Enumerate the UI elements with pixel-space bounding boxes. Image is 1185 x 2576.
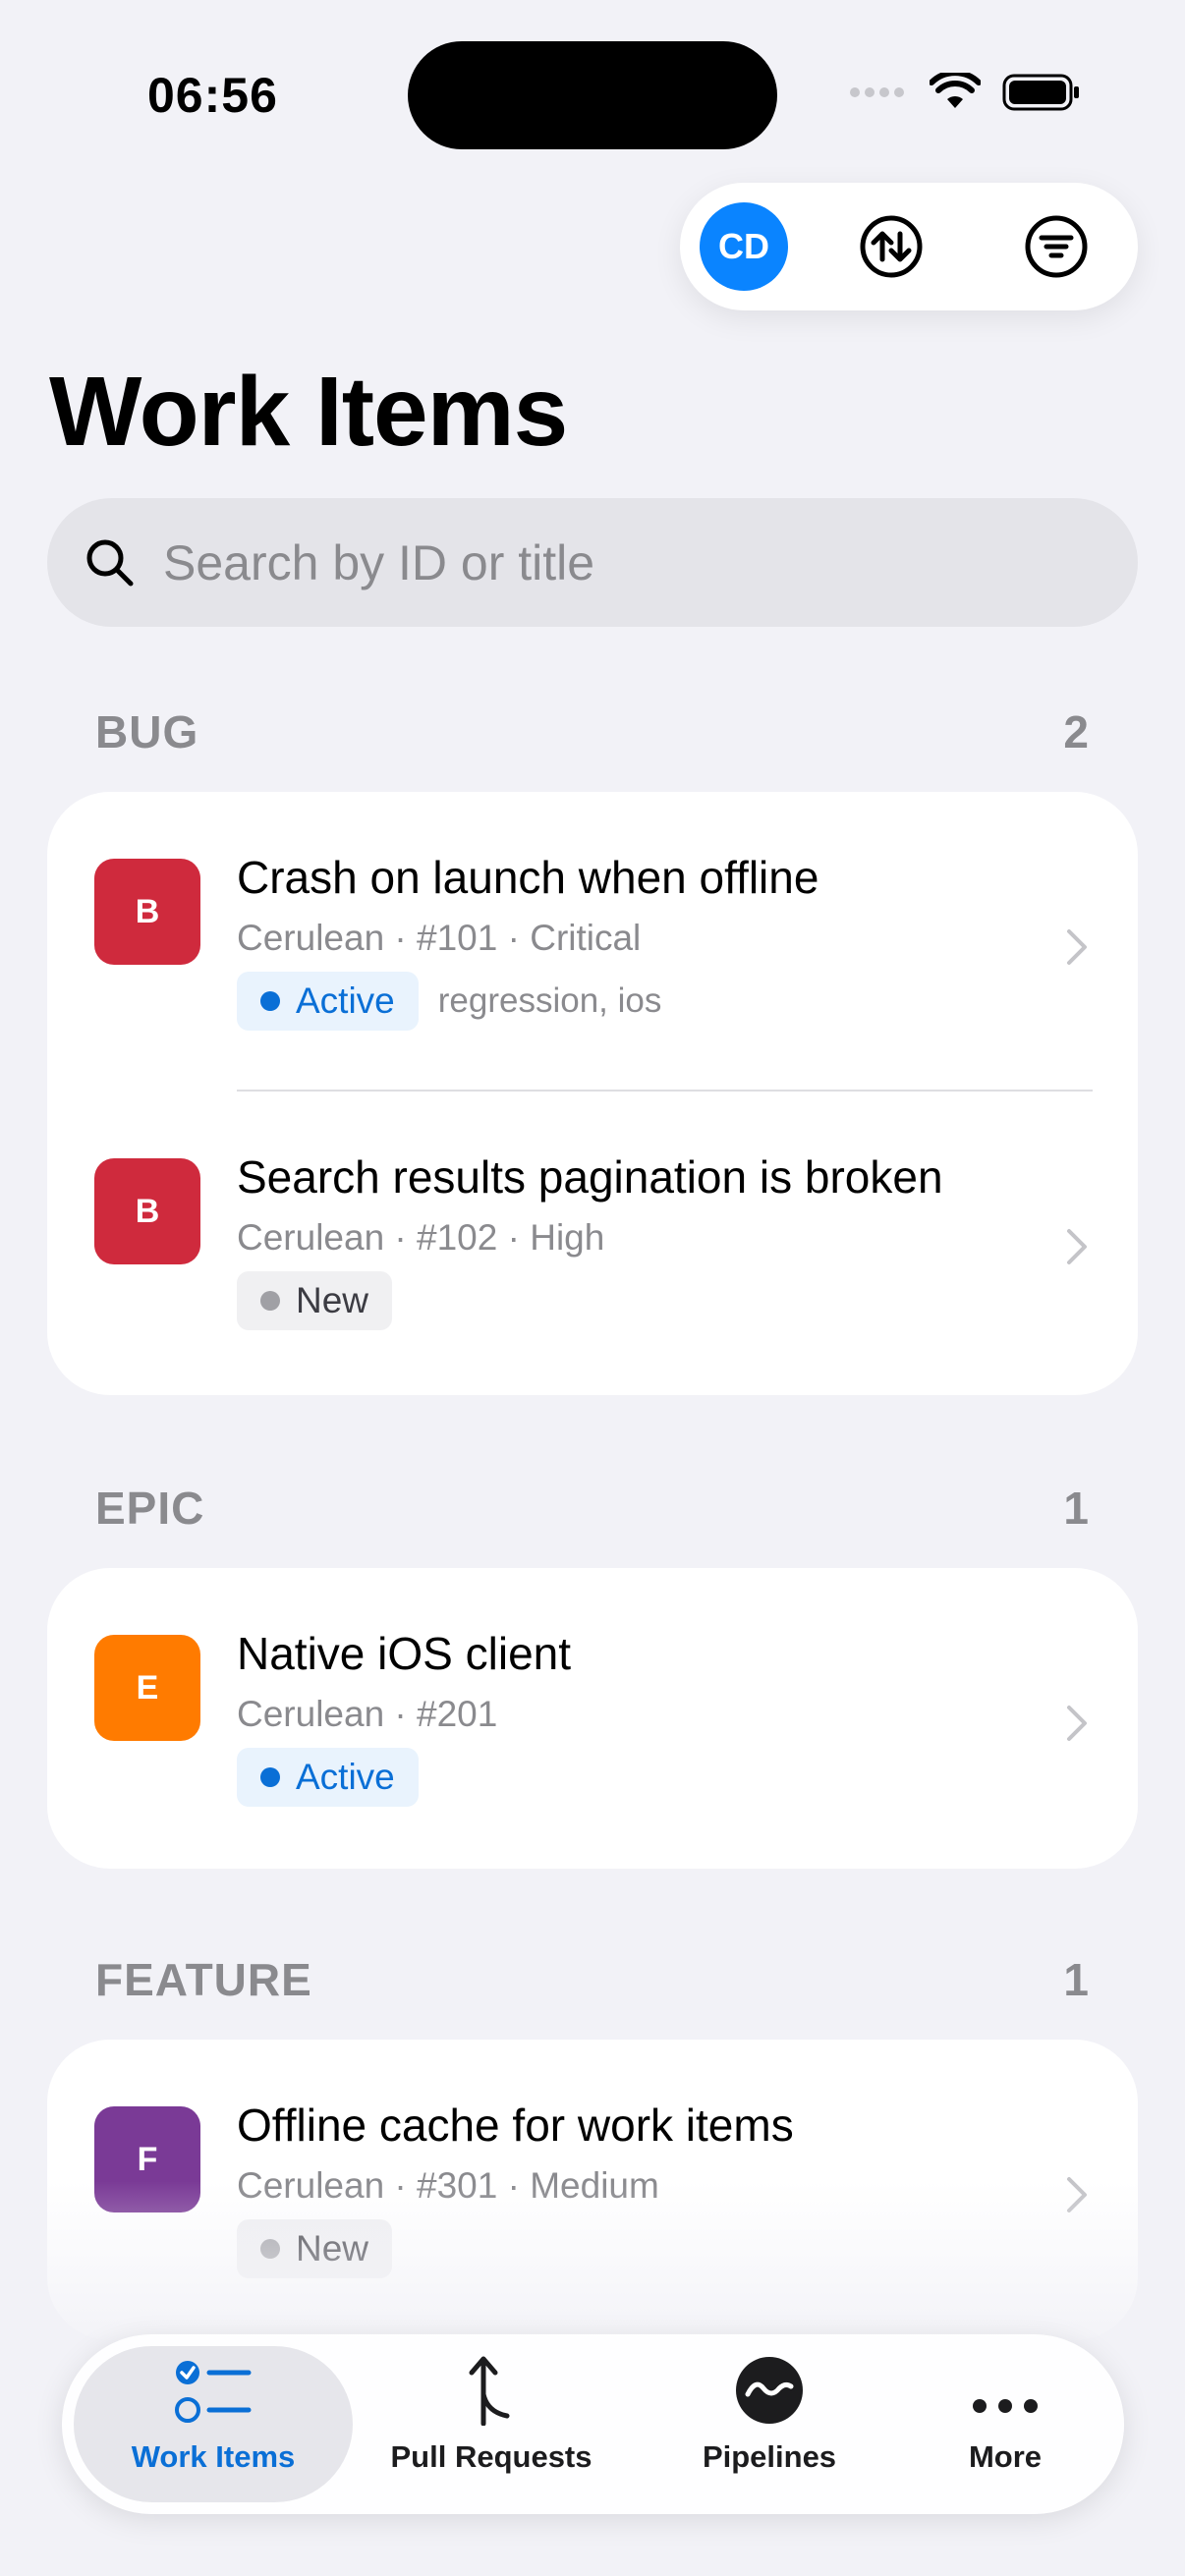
tab-label: Work Items (131, 2439, 296, 2474)
state-label: Active (296, 1757, 395, 1797)
work-item-title: Native iOS client (237, 1628, 572, 1679)
chevron-right-icon (1067, 1706, 1087, 1741)
tab-work-items[interactable]: Work Items (74, 2346, 353, 2502)
top-toolbar: CD (680, 183, 1138, 310)
state-badge: New (237, 1271, 393, 1330)
tab-bar: Work Items Pull Requests Pipelines More (62, 2334, 1124, 2514)
user-avatar-button[interactable]: CD (700, 202, 788, 291)
section-title: EPIC (95, 1483, 205, 1534)
bug-type-icon: B (94, 859, 200, 965)
status-icons (849, 73, 1081, 112)
work-item-row[interactable]: B Search results pagination is broken Ce… (47, 1092, 1138, 1391)
wifi-icon (930, 73, 981, 108)
tab-label: More (968, 2439, 1043, 2474)
work-items-screen: 06:56 CD Work Items Search by ID or titl… (0, 0, 1185, 2576)
sort-button[interactable] (849, 204, 933, 289)
section-count: 1 (1063, 1954, 1090, 2005)
pipeline-wave-icon (736, 2357, 803, 2424)
tab-pull-requests[interactable]: Pull Requests (368, 2346, 614, 2502)
section-header-epic: EPIC 1 (95, 1482, 1090, 1535)
section-header-bug: BUG 2 (95, 705, 1090, 758)
dynamic-island (408, 41, 777, 149)
state-dot-icon (260, 1767, 280, 1787)
search-icon (86, 539, 134, 586)
tab-pipelines[interactable]: Pipelines (651, 2346, 887, 2502)
tab-label: Pipelines (702, 2439, 837, 2474)
state-badge: Active (237, 972, 419, 1031)
filter-circle-icon (1025, 215, 1088, 278)
state-label: Active (296, 980, 395, 1021)
epic-type-icon: E (94, 1635, 200, 1741)
checklist-icon (175, 2361, 252, 2423)
arrow-up-down-circle-icon (860, 215, 923, 278)
section-count: 2 (1063, 706, 1090, 757)
work-item-meta: Cerulean · #201 (237, 1694, 498, 1734)
page-title: Work Items (49, 357, 568, 467)
work-item-meta: Cerulean · #101 · Critical (237, 918, 642, 958)
work-item-meta: Cerulean · #102 · High (237, 1217, 605, 1258)
section-card-epic: E Native iOS client Cerulean · #201 Acti… (47, 1568, 1138, 1869)
section-title: FEATURE (95, 1954, 312, 2005)
work-item-row[interactable]: E Native iOS client Cerulean · #201 Acti… (47, 1568, 1138, 1868)
work-item-title: Offline cache for work items (237, 2100, 794, 2151)
section-title: BUG (95, 706, 199, 757)
work-item-tags: Active (237, 1748, 419, 1807)
status-time: 06:56 (147, 68, 278, 123)
bug-type-icon: B (94, 1158, 200, 1264)
tab-label: Pull Requests (390, 2439, 592, 2474)
state-dot-icon (260, 1291, 280, 1311)
section-card-bug: B Crash on launch when offline Cerulean … (47, 792, 1138, 1395)
work-item-labels: regression, ios (437, 981, 662, 1020)
search-input[interactable] (163, 533, 1047, 591)
work-item-row[interactable]: B Crash on launch when offline Cerulean … (47, 792, 1138, 1092)
chevron-right-icon (1067, 1229, 1087, 1264)
work-item-tags: New (237, 1271, 393, 1330)
section-count: 1 (1063, 1483, 1090, 1534)
section-header-feature: FEATURE 1 (95, 1953, 1090, 2006)
state-label: New (296, 1280, 369, 1320)
work-item-title: Crash on launch when offline (237, 852, 819, 903)
work-item-tags: Active regression, ios (237, 972, 661, 1031)
cellular-signal-icon (850, 87, 904, 97)
work-item-title: Search results pagination is broken (237, 1151, 943, 1203)
ellipsis-icon (973, 2399, 1038, 2413)
state-dot-icon (260, 991, 280, 1011)
chevron-right-icon (1067, 929, 1087, 965)
state-badge: Active (237, 1748, 419, 1807)
merge-arrow-icon (469, 2356, 510, 2426)
battery-icon (1002, 74, 1079, 111)
tab-more[interactable]: More (907, 2346, 1103, 2502)
search-bar[interactable] (47, 498, 1138, 627)
filter-button[interactable] (1014, 204, 1099, 289)
